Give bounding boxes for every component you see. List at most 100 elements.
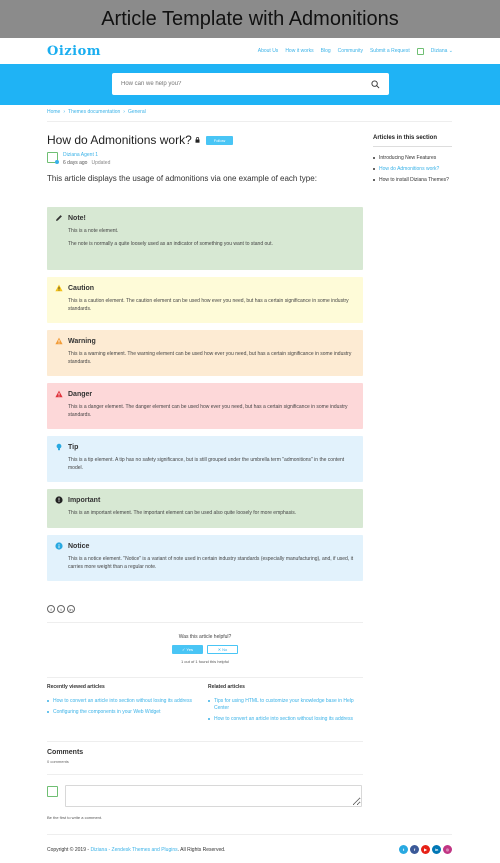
admonition-note: Note! This is a note element. The note i…: [47, 207, 363, 270]
nav-about-us[interactable]: About Us: [258, 48, 279, 54]
warning-triangle-icon: [55, 337, 63, 345]
breadcrumb-separator-icon: ›: [63, 109, 66, 115]
chevron-down-icon: ⌄: [448, 48, 453, 54]
admonition-label: Note!: [68, 214, 86, 222]
comments-empty-text: Be the first to write a comment.: [47, 815, 103, 820]
banner-title: Article Template with Admonitions: [101, 7, 399, 30]
breadcrumb-general[interactable]: General: [128, 109, 146, 115]
article-author: Diziana Agent 1 6 days ago Updated: [47, 152, 363, 166]
divider: [47, 741, 363, 742]
breadcrumb: Home › Themes documentation › General: [47, 109, 146, 115]
exclamation-circle-icon: [55, 496, 63, 504]
lock-icon: [195, 137, 200, 143]
admonition-text: The note is normally a quite loosely use…: [68, 241, 273, 247]
vote-no-button[interactable]: ✕ No: [207, 645, 238, 654]
sidebar-item-introducing-new-features[interactable]: Introducing New Features: [373, 155, 452, 162]
copyright-suffix: . All Rights Reserved.: [177, 847, 226, 853]
recently-viewed-item[interactable]: How to convert an article into section w…: [47, 698, 202, 705]
user-menu[interactable]: Diziana ⌄: [431, 48, 453, 54]
posted-time: 6 days ago: [63, 160, 88, 166]
divider: [47, 774, 363, 775]
admonition-text: This is a danger element. The danger ele…: [68, 404, 348, 418]
related-article-item[interactable]: Tips for using HTML to customize your kn…: [208, 698, 363, 712]
user-avatar[interactable]: [416, 47, 424, 55]
admonition-text: This is an important element. The import…: [68, 510, 297, 516]
admonition-text: This is a notice element. "Notice" is a …: [68, 556, 354, 570]
admonition-label: Notice: [68, 542, 90, 550]
article-title-row: How do Admonitions work? Follow: [47, 133, 363, 147]
recently-viewed-item[interactable]: Configuring the components in your Web W…: [47, 709, 202, 716]
comments-section: Comments 0 comments: [47, 749, 83, 764]
recently-viewed-title: Recently viewed articles: [47, 684, 105, 690]
nav-how-it-works[interactable]: How it works: [285, 48, 313, 54]
admonition-label: Warning: [68, 337, 96, 345]
admonition-text: This is a tip element. A tip has no safe…: [68, 457, 345, 471]
sidebar-item-how-do-admonitions-work[interactable]: How do Admonitions work?: [373, 166, 452, 173]
site-header: Oiziom About Us How it works Blog Commun…: [0, 38, 500, 64]
nav-blog[interactable]: Blog: [321, 48, 331, 54]
banner: Article Template with Admonitions: [0, 0, 500, 38]
breadcrumb-separator-icon: ›: [123, 109, 125, 115]
copyright-link[interactable]: Diziana - Zendesk Themes and Plugins: [90, 847, 177, 853]
footer-socials: t f ▶ in ◎: [399, 845, 452, 854]
share-buttons: f t in: [47, 605, 75, 613]
search-input[interactable]: [121, 81, 371, 87]
divider: [47, 121, 452, 122]
feedback-count: 1 out of 1 found this helpful: [180, 659, 230, 664]
hero-search-area: [0, 64, 500, 105]
recently-viewed-articles: Recently viewed articles How to convert …: [47, 684, 202, 720]
divider: [47, 622, 363, 623]
article-feedback: Was this article helpful? ✓ Yes ✕ No 1 o…: [47, 634, 363, 664]
search-icon[interactable]: [371, 79, 380, 89]
related-article-item[interactable]: How to convert an article into section w…: [208, 716, 363, 723]
admonition-text: This is a caution element. The caution e…: [68, 298, 349, 312]
article-main: How do Admonitions work? Follow Diziana …: [47, 133, 363, 581]
nav-submit-request[interactable]: Submit a Request: [370, 48, 410, 54]
footer-copyright: Copyright © 2019 - Diziana - Zendesk The…: [47, 847, 225, 853]
vote-yes-button[interactable]: ✓ Yes: [172, 645, 203, 654]
top-nav: About Us How it works Blog Community Sub…: [258, 47, 453, 55]
admonition-danger: Danger This is a danger element. The dan…: [47, 383, 363, 429]
admonition-list: Note! This is a note element. The note i…: [47, 207, 363, 581]
linkedin-share-icon[interactable]: in: [67, 605, 75, 613]
comments-count: 0 comments: [47, 759, 69, 764]
author-avatar: [47, 152, 59, 164]
updated-label: Updated: [91, 160, 111, 166]
pencil-icon: [55, 214, 63, 222]
user-name: Diziana: [430, 48, 448, 54]
admonition-caution: Caution This is a caution element. The c…: [47, 277, 363, 323]
facebook-share-icon[interactable]: f: [47, 605, 55, 613]
related-articles: Related articles Tips for using HTML to …: [208, 684, 363, 727]
nav-community[interactable]: Community: [338, 48, 363, 54]
admonition-important: Important This is an important element. …: [47, 489, 363, 528]
breadcrumb-home[interactable]: Home: [47, 109, 60, 115]
article-title: How do Admonitions work?: [47, 133, 192, 147]
feedback-question: Was this article helpful?: [178, 634, 232, 640]
twitter-share-icon[interactable]: t: [57, 605, 65, 613]
instagram-icon[interactable]: ◎: [443, 845, 452, 854]
twitter-icon[interactable]: t: [399, 845, 408, 854]
commenter-avatar: [47, 786, 58, 797]
caution-triangle-icon: [55, 284, 63, 292]
admonition-tip: Tip This is a tip element. A tip has no …: [47, 436, 363, 482]
facebook-icon[interactable]: f: [410, 845, 419, 854]
linkedin-icon[interactable]: in: [432, 845, 441, 854]
breadcrumb-themes-doc[interactable]: Themes documentation: [68, 109, 120, 115]
admonition-text: This is a note element.: [68, 228, 119, 234]
admonition-label: Caution: [68, 284, 95, 292]
author-name[interactable]: Diziana Agent 1: [63, 152, 110, 158]
sidebar-title: Articles in this section: [373, 135, 452, 147]
divider: [47, 834, 452, 835]
sidebar-item-how-to-install[interactable]: How to install Diziana Themes?: [373, 177, 452, 184]
admonition-label: Danger: [68, 390, 93, 398]
admonition-label: Tip: [68, 443, 79, 451]
search-bar: [112, 73, 389, 95]
site-logo[interactable]: Oiziom: [47, 44, 101, 59]
comment-input[interactable]: [65, 785, 362, 807]
admonition-notice: Notice This is a notice element. "Notice…: [47, 535, 363, 581]
admonition-warning: Warning This is a warning element. The w…: [47, 330, 363, 376]
youtube-icon[interactable]: ▶: [421, 845, 430, 854]
follow-button[interactable]: Follow: [205, 135, 234, 145]
lightbulb-icon: [55, 443, 63, 451]
copyright-prefix: Copyright © 2019 -: [47, 847, 91, 853]
